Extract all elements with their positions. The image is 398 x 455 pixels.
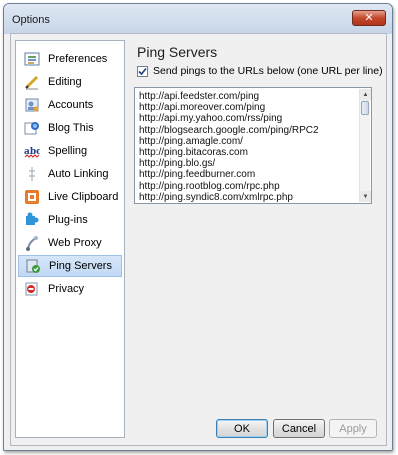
sidebar-item-label: Auto Linking	[48, 168, 109, 180]
pencil-icon	[24, 74, 40, 90]
sidebar-item-blog-this[interactable]: Blog This	[18, 117, 122, 139]
sidebar-item-label: Live Clipboard	[48, 191, 119, 203]
ping-icon	[25, 258, 41, 274]
page-title: Ping Servers	[137, 44, 218, 60]
sidebar-item-plug-ins[interactable]: Plug-ins	[18, 209, 122, 231]
sidebar-item-web-proxy[interactable]: Web Proxy	[18, 232, 122, 254]
sidebar-item-label: Preferences	[48, 53, 108, 65]
clipboard-icon	[24, 189, 40, 205]
dialog-body: Preferences Editing Accounts Blog This a…	[10, 33, 387, 446]
sidebar-item-label: Web Proxy	[48, 237, 102, 249]
sidebar-item-privacy[interactable]: Privacy	[18, 278, 122, 300]
cancel-button[interactable]: Cancel	[273, 419, 325, 438]
send-pings-label[interactable]: Send pings to the URLs below (one URL pe…	[153, 65, 383, 77]
sidebar-item-editing[interactable]: Editing	[18, 71, 122, 93]
sidebar-item-ping-servers[interactable]: Ping Servers	[18, 255, 122, 277]
options-sidebar: Preferences Editing Accounts Blog This a…	[15, 40, 125, 438]
sidebar-item-spelling[interactable]: abc Spelling	[18, 140, 122, 162]
sidebar-item-label: Ping Servers	[49, 260, 112, 272]
url-line: http://ping.syndic8.com/xmlrpc.php	[139, 191, 293, 203]
sidebar-item-label: Blog This	[48, 122, 94, 134]
sidebar-item-label: Accounts	[48, 99, 94, 111]
url-line: http://api.moreover.com/ping	[139, 102, 266, 114]
sidebar-item-accounts[interactable]: Accounts	[18, 94, 122, 116]
vertical-scrollbar[interactable]: ▲ ▼	[359, 89, 371, 202]
url-line: http://ping.blo.gs/	[139, 158, 216, 170]
link-icon	[24, 166, 40, 182]
ping-urls-textarea[interactable]: http://api.feedster.com/ping http://api.…	[134, 87, 372, 204]
sidebar-item-preferences[interactable]: Preferences	[18, 48, 122, 70]
window-title: Options	[12, 14, 50, 26]
url-line: http://api.my.yahoo.com/rss/ping	[139, 113, 283, 125]
preferences-icon	[24, 51, 40, 67]
scroll-down-arrow-icon[interactable]: ▼	[360, 191, 371, 202]
options-dialog: Options ✕ Preferences Editing Accounts B…	[3, 3, 393, 451]
sidebar-item-label: Plug-ins	[48, 214, 88, 226]
sidebar-item-label: Spelling	[48, 145, 88, 157]
sidebar-item-label: Editing	[48, 76, 82, 88]
privacy-icon	[24, 281, 40, 297]
blog-this-icon	[24, 120, 40, 136]
sidebar-item-label: Privacy	[48, 283, 85, 295]
url-line: http://ping.bitacoras.com	[139, 147, 248, 159]
scroll-thumb[interactable]	[361, 101, 369, 115]
spelling-icon: abc	[24, 143, 40, 159]
url-line: http://blogsearch.google.com/ping/RPC2	[139, 124, 319, 136]
url-line: http://ping.rootblog.com/rpc.php	[139, 180, 280, 192]
apply-button[interactable]: Apply	[329, 419, 377, 438]
scroll-up-arrow-icon[interactable]: ▲	[360, 89, 371, 100]
url-list: http://api.feedster.com/ping http://api.…	[139, 91, 357, 203]
send-pings-row: Send pings to the URLs below (one URL pe…	[137, 65, 383, 77]
send-pings-checkbox[interactable]	[137, 65, 148, 77]
url-line: http://ping.amagle.com/	[139, 135, 243, 147]
ok-button[interactable]: OK	[216, 419, 268, 438]
close-button[interactable]: ✕	[352, 10, 386, 26]
puzzle-icon	[24, 212, 40, 228]
checkmark-icon	[138, 67, 147, 75]
url-line: http://ping.feedburner.com	[139, 169, 256, 181]
proxy-icon	[24, 235, 40, 251]
sidebar-item-live-clipboard[interactable]: Live Clipboard	[18, 186, 122, 208]
url-line: http://api.feedster.com/ping	[139, 91, 260, 102]
sidebar-item-auto-linking[interactable]: Auto Linking	[18, 163, 122, 185]
title-bar[interactable]: Options ✕	[4, 4, 392, 34]
accounts-icon	[24, 97, 40, 113]
